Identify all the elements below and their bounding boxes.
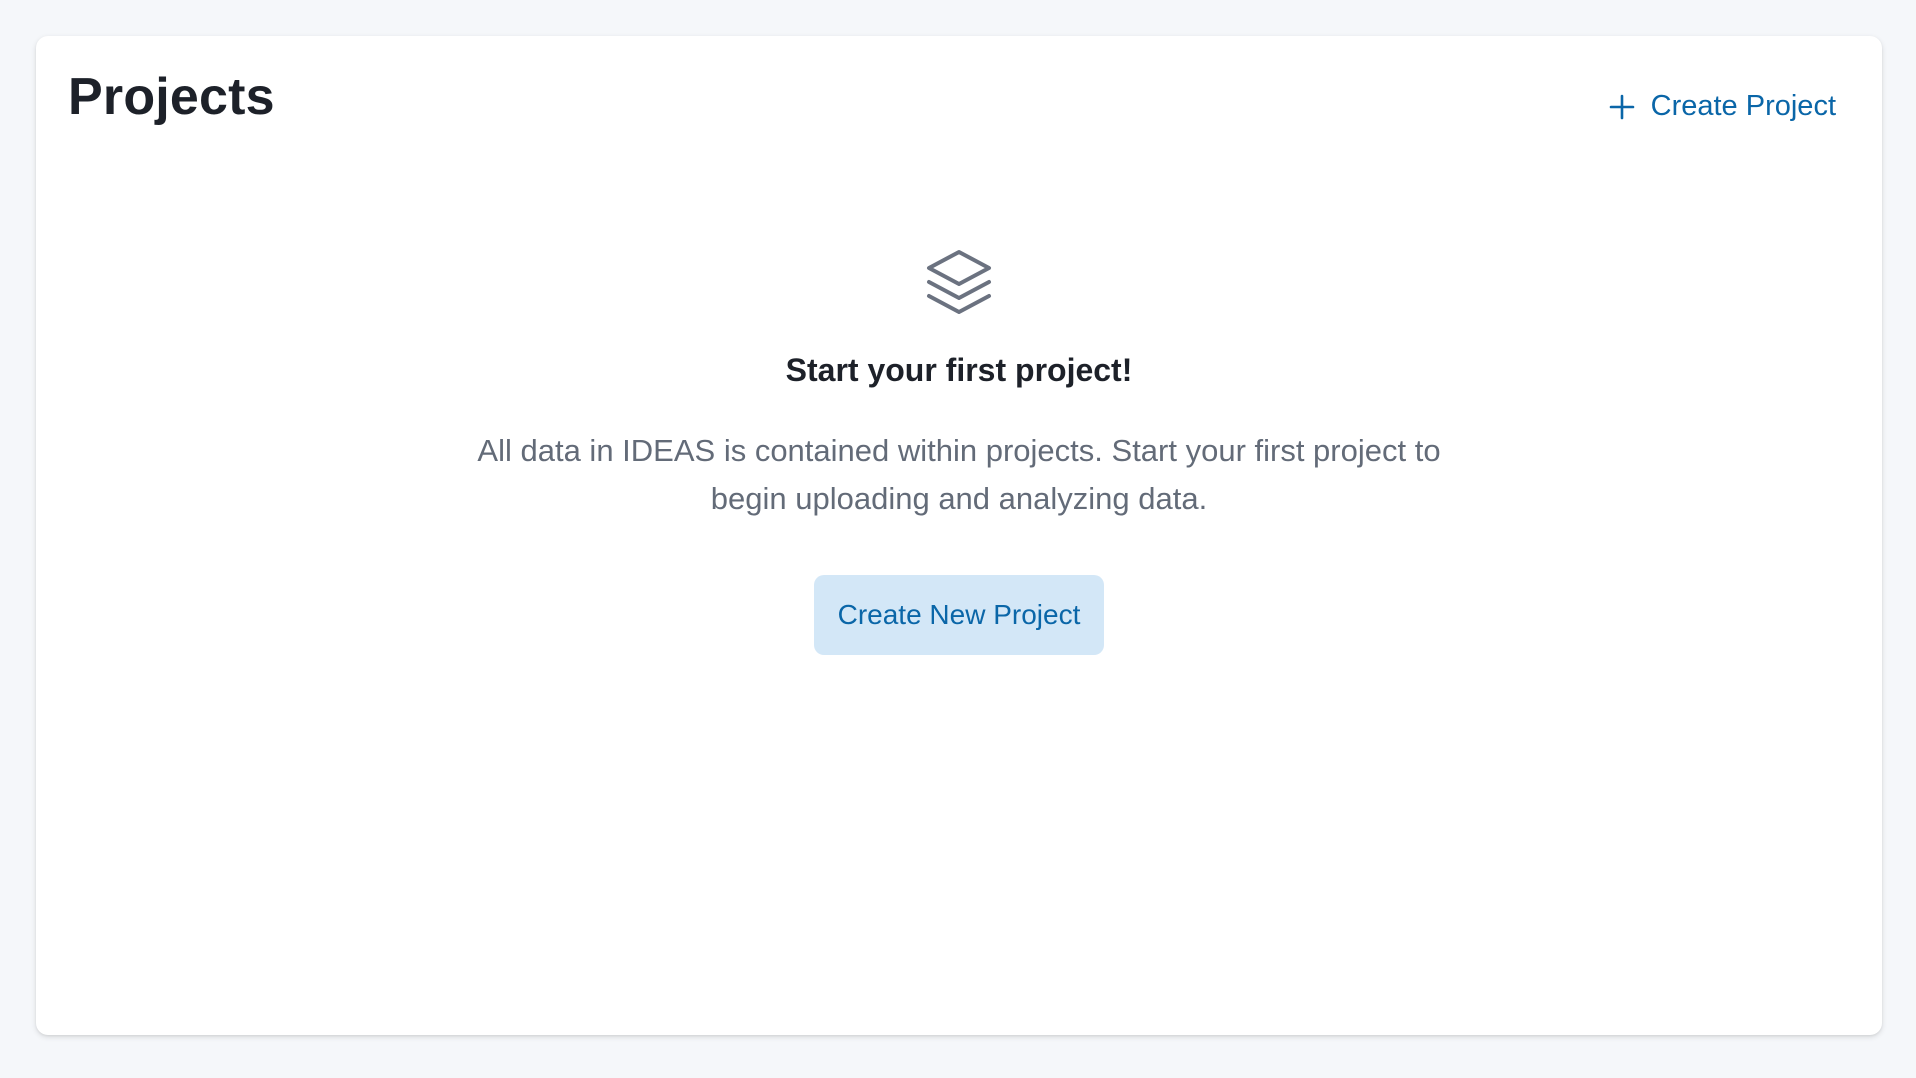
stack-icon — [923, 246, 995, 318]
empty-state-description: All data in IDEAS is contained within pr… — [477, 433, 1441, 516]
create-project-link[interactable]: Create Project — [1609, 90, 1836, 123]
projects-card: Projects Create Project Start your first… — [36, 36, 1882, 1035]
empty-state: Start your first project! All data in ID… — [36, 246, 1882, 655]
page-title: Projects — [68, 68, 275, 126]
create-project-label: Create Project — [1650, 90, 1836, 122]
create-new-project-button[interactable]: Create New Project — [813, 575, 1105, 655]
empty-state-heading: Start your first project! — [785, 352, 1133, 388]
plus-icon — [1609, 94, 1635, 120]
